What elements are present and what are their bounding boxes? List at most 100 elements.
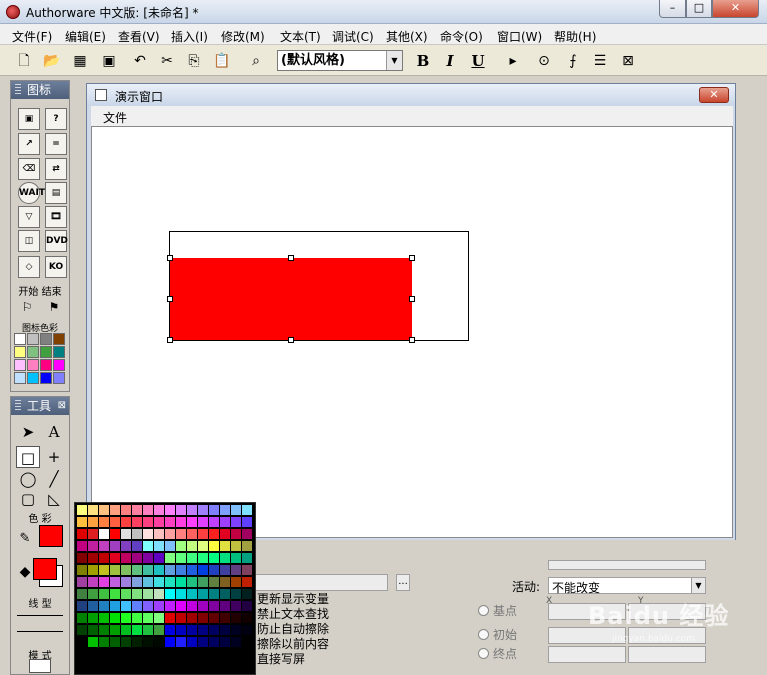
selection-handle-n[interactable]	[288, 255, 294, 261]
color-picker-swatch[interactable]	[220, 517, 230, 527]
menu-edit[interactable]: 编辑(E)	[65, 28, 106, 45]
menu-modify[interactable]: 修改(M)	[221, 28, 265, 45]
icon-color-swatch[interactable]	[14, 359, 26, 371]
color-picker-swatch[interactable]	[143, 637, 153, 647]
menu-command[interactable]: 命令(O)	[440, 28, 483, 45]
color-picker-swatch[interactable]	[99, 553, 109, 563]
icon-color-swatch[interactable]	[53, 333, 65, 345]
paste-icon[interactable]: 📋	[212, 51, 232, 71]
color-picker-swatch[interactable]	[77, 601, 87, 611]
color-picker-swatch[interactable]	[242, 541, 252, 551]
color-picker-swatch[interactable]	[99, 601, 109, 611]
sound-icon[interactable]: ◇	[18, 256, 40, 278]
color-picker-swatch[interactable]	[154, 517, 164, 527]
color-picker-swatch[interactable]	[88, 601, 98, 611]
color-picker-swatch[interactable]	[187, 637, 197, 647]
color-picker-swatch[interactable]	[143, 541, 153, 551]
selected-red-rectangle[interactable]	[170, 258, 412, 340]
color-picker-swatch[interactable]	[110, 625, 120, 635]
icon-color-swatch[interactable]	[40, 372, 52, 384]
color-picker-swatch[interactable]	[209, 517, 219, 527]
import-icon[interactable]: ▦	[70, 51, 90, 71]
color-picker-swatch[interactable]	[165, 529, 175, 539]
ellipse-tool-icon[interactable]: ◯	[16, 468, 40, 490]
color-picker-swatch[interactable]	[88, 541, 98, 551]
color-picker-swatch[interactable]	[121, 613, 131, 623]
color-picker-swatch[interactable]	[176, 517, 186, 527]
chevron-down-icon[interactable]: ▼	[691, 578, 705, 593]
color-picker-swatch[interactable]	[154, 601, 164, 611]
color-picker-swatch[interactable]	[242, 565, 252, 575]
color-picker-swatch[interactable]	[176, 529, 186, 539]
color-picker-swatch[interactable]	[242, 577, 252, 587]
color-picker-swatch[interactable]	[110, 589, 120, 599]
panel-grip-icon[interactable]	[15, 400, 21, 412]
variables-icon[interactable]: ☰	[590, 51, 610, 71]
run-icon[interactable]: ▸	[503, 51, 523, 71]
color-picker-swatch[interactable]	[143, 613, 153, 623]
knowledge-object-icon[interactable]: KO	[45, 256, 67, 278]
color-picker-swatch[interactable]	[88, 517, 98, 527]
rounded-rect-tool-icon[interactable]: ▢	[16, 488, 40, 510]
color-picker-swatch[interactable]	[132, 553, 142, 563]
icon-color-swatch[interactable]	[14, 333, 26, 345]
selection-handle-s[interactable]	[288, 337, 294, 343]
color-picker-swatch[interactable]	[220, 613, 230, 623]
color-picker-swatch[interactable]	[77, 613, 87, 623]
color-picker-swatch[interactable]	[198, 601, 208, 611]
color-picker-swatch[interactable]	[198, 565, 208, 575]
menu-other[interactable]: 其他(X)	[386, 28, 428, 45]
color-picker-swatch[interactable]	[143, 517, 153, 527]
color-picker-swatch[interactable]	[176, 625, 186, 635]
color-picker-swatch[interactable]	[110, 637, 120, 647]
color-picker-swatch[interactable]	[198, 529, 208, 539]
color-picker-swatch[interactable]	[99, 529, 109, 539]
color-picker-swatch[interactable]	[231, 529, 241, 539]
authorware-app-icon[interactable]	[6, 5, 20, 19]
color-picker-swatch[interactable]	[143, 553, 153, 563]
color-picker-swatch[interactable]	[110, 517, 120, 527]
color-picker-swatch[interactable]	[77, 517, 87, 527]
color-picker-swatch[interactable]	[176, 637, 186, 647]
control-panel-icon[interactable]: ⊙	[534, 51, 554, 71]
color-picker-swatch[interactable]	[165, 637, 175, 647]
color-picker-swatch[interactable]	[88, 505, 98, 515]
italic-button[interactable]: I	[440, 51, 460, 71]
color-picker-swatch[interactable]	[242, 505, 252, 515]
display-icon[interactable]: ▣	[18, 108, 40, 130]
line-style-thin[interactable]	[17, 615, 63, 616]
knowledge-objects-icon[interactable]: ⊠	[618, 51, 638, 71]
color-picker-swatch[interactable]	[154, 625, 164, 635]
color-picker-swatch[interactable]	[77, 505, 87, 515]
bold-button[interactable]: B	[413, 51, 433, 71]
color-picker-swatch[interactable]	[88, 529, 98, 539]
presentation-canvas[interactable]	[91, 126, 733, 538]
end-flag-icon[interactable]: ⚑	[42, 296, 66, 318]
diagonal-line-tool-icon[interactable]: ╱	[42, 468, 66, 490]
color-picker-swatch[interactable]	[121, 625, 131, 635]
icon-color-swatch[interactable]	[27, 333, 39, 345]
calculation-icon[interactable]: =	[45, 133, 67, 155]
close-button[interactable]: ✕	[712, 0, 759, 18]
mode-opaque-icon[interactable]	[29, 659, 51, 673]
color-picker-swatch[interactable]	[154, 553, 164, 563]
menu-file[interactable]: 文件(F)	[12, 28, 52, 45]
close-icon[interactable]: ⊠	[58, 397, 66, 415]
menu-insert[interactable]: 插入(I)	[171, 28, 208, 45]
color-picker-swatch[interactable]	[99, 517, 109, 527]
color-picker-swatch[interactable]	[110, 553, 120, 563]
color-picker-swatch[interactable]	[209, 541, 219, 551]
navigate-icon[interactable]: ⇄	[45, 158, 67, 180]
base-point-radio[interactable]	[478, 605, 489, 616]
icon-color-swatch[interactable]	[27, 359, 39, 371]
color-picker-swatch[interactable]	[99, 541, 109, 551]
color-picker-swatch[interactable]	[154, 613, 164, 623]
new-file-icon[interactable]: 🗋	[14, 51, 34, 71]
foreground-color-swatch[interactable]	[33, 558, 57, 580]
color-picker-swatch[interactable]	[187, 553, 197, 563]
color-picker-swatch[interactable]	[176, 565, 186, 575]
color-picker-swatch[interactable]	[198, 589, 208, 599]
color-picker-swatch[interactable]	[165, 613, 175, 623]
color-picker-swatch[interactable]	[209, 613, 219, 623]
find-icon[interactable]: ⌕	[246, 51, 266, 71]
